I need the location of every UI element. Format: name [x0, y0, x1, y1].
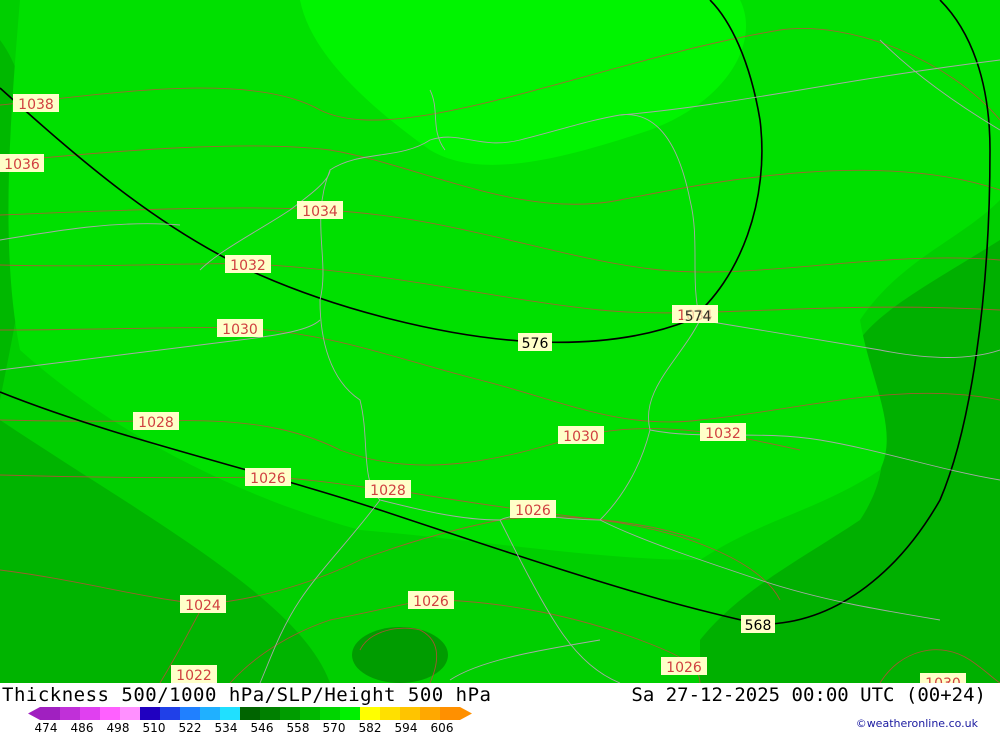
isobar-label: 1030 [217, 319, 263, 338]
legend-tick-label: 486 [71, 721, 94, 733]
isobar-label: 1028 [133, 412, 179, 431]
legend-swatch [220, 707, 240, 720]
isobar-label: 1036 [0, 154, 44, 173]
weather-map: 1038 1036 1034 1032 1030 1028 1026 1024 … [0, 0, 1000, 683]
svg-text:1028: 1028 [370, 483, 406, 499]
legend-swatch [440, 707, 460, 720]
color-legend: 474 486 498 510 522 534 546 558 570 582 594 606 [28, 707, 472, 733]
legend-tick-label: 522 [179, 721, 202, 733]
legend-tick-label: 498 [107, 721, 130, 733]
isobar-label: 1032 [700, 423, 746, 442]
legend-swatch [260, 707, 280, 720]
legend-swatch [380, 707, 400, 720]
legend-tick-label: 594 [395, 721, 418, 733]
isobar-label: 1024 [180, 595, 226, 614]
legend-swatch [340, 707, 360, 720]
credit-link[interactable]: ©weatheronline.co.uk [856, 717, 978, 730]
legend-swatch [60, 707, 80, 720]
legend-swatch [320, 707, 340, 720]
legend-tick-label: 474 [35, 721, 58, 733]
height-label: 576 [518, 333, 552, 352]
isobar-label: 1026 [245, 468, 291, 487]
legend-swatch [240, 707, 260, 720]
legend-swatch [40, 707, 60, 720]
legend-swatch [420, 707, 440, 720]
legend-tick-label: 510 [143, 721, 166, 733]
isobar-label: 1032 [225, 255, 271, 274]
svg-text:1026: 1026 [413, 594, 449, 610]
legend-tick-label: 582 [359, 721, 382, 733]
svg-text:568: 568 [745, 618, 772, 634]
legend-tick-label: 534 [215, 721, 238, 733]
isobar-label: 1030 [920, 673, 966, 683]
svg-text:1026: 1026 [250, 471, 286, 487]
legend-tick-label: 570 [323, 721, 346, 733]
legend-swatch [280, 707, 300, 720]
legend-swatch [160, 707, 180, 720]
legend-swatch [140, 707, 160, 720]
isobar-label: 1026 [408, 591, 454, 610]
height-label: 568 [741, 615, 775, 634]
isobar-label: 1030 [558, 426, 604, 445]
svg-text:1030: 1030 [563, 429, 599, 445]
legend-tick-label: 546 [251, 721, 274, 733]
isobar-label: 1026 [510, 500, 556, 519]
svg-text:576: 576 [522, 336, 549, 352]
svg-text:1030: 1030 [222, 322, 258, 338]
height-label: 574 [683, 307, 713, 325]
legend-swatch [200, 707, 220, 720]
svg-text:1028: 1028 [138, 415, 174, 431]
legend-swatch [360, 707, 380, 720]
svg-text:1032: 1032 [230, 258, 266, 274]
map-title: Thickness 500/1000 hPa/SLP/Height 500 hP… [2, 684, 492, 706]
legend-arrow-right [460, 707, 472, 720]
isobar-label: 1026 [661, 657, 707, 676]
svg-text:1024: 1024 [185, 598, 221, 614]
svg-text:1034: 1034 [302, 204, 338, 220]
svg-text:1036: 1036 [4, 157, 40, 173]
map-datetime: Sa 27-12-2025 00:00 UTC (00+24) [631, 684, 986, 706]
isobar-label: 1034 [297, 201, 343, 220]
isobar-label: 1022 [171, 665, 217, 683]
legend-swatch [100, 707, 120, 720]
footer: Thickness 500/1000 hPa/SLP/Height 500 hP… [0, 683, 1000, 733]
svg-text:574: 574 [685, 309, 712, 325]
legend-swatch [300, 707, 320, 720]
legend-arrow-left [28, 707, 40, 720]
legend-swatch [400, 707, 420, 720]
legend-swatch [120, 707, 140, 720]
isobar-label: 1038 [13, 94, 59, 113]
svg-text:1030: 1030 [925, 676, 961, 683]
isobar-label: 1028 [365, 480, 411, 499]
legend-tick-label: 558 [287, 721, 310, 733]
legend-tick-label: 606 [431, 721, 454, 733]
svg-text:1026: 1026 [515, 503, 551, 519]
svg-text:1022: 1022 [176, 668, 212, 683]
legend-swatch [80, 707, 100, 720]
svg-text:1032: 1032 [705, 426, 741, 442]
legend-swatch [180, 707, 200, 720]
svg-text:1026: 1026 [666, 660, 702, 676]
svg-text:1038: 1038 [18, 97, 54, 113]
